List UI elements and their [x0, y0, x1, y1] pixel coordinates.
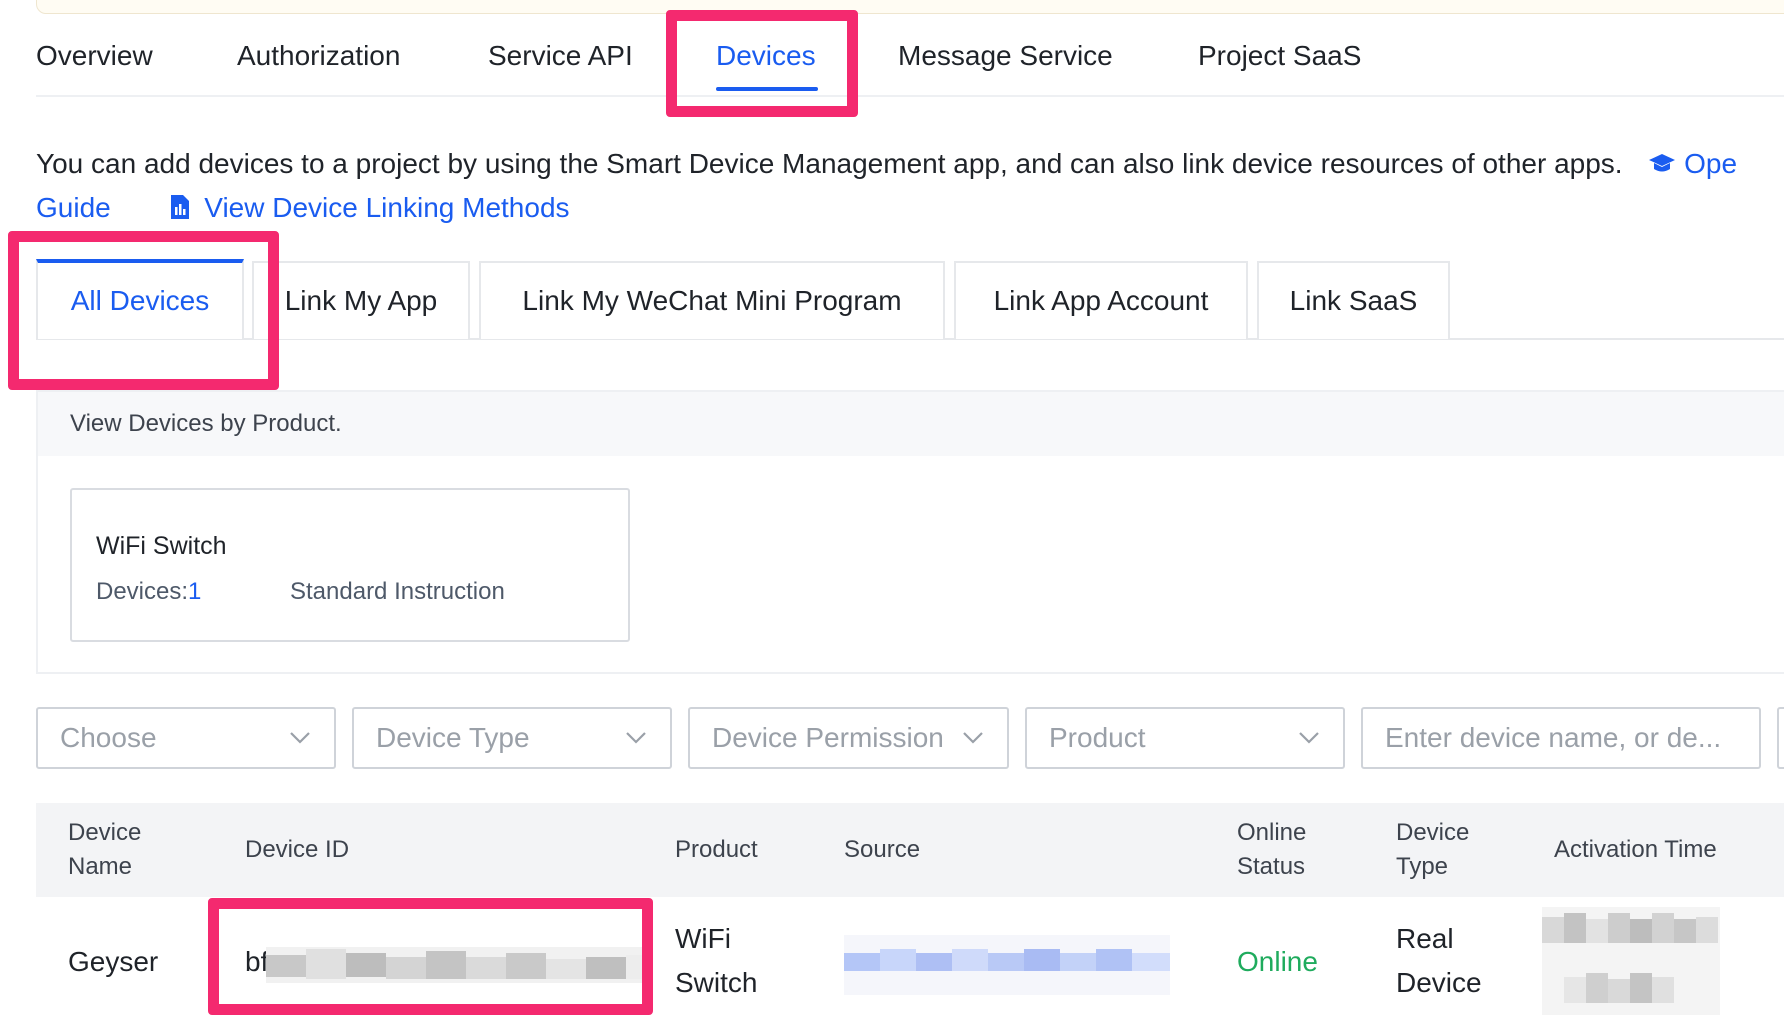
chevron-down-icon [290, 732, 310, 744]
guide-line: Guide View Device Linking Methods [36, 192, 570, 224]
cell-product-line2: Switch [675, 967, 758, 998]
tab-devices[interactable]: Devices [716, 40, 816, 72]
tab-authorization[interactable]: Authorization [237, 40, 400, 72]
redacted-activation-time [1542, 907, 1720, 1015]
th-device-type: Device Type [1396, 816, 1469, 884]
choose-select[interactable]: Choose [36, 707, 336, 769]
th-device-name: Device Name [68, 816, 141, 884]
th-activation-time: Activation Time [1554, 836, 1717, 863]
product-panel-header: View Devices by Product. [38, 392, 1784, 456]
devices-label: Devices: [96, 578, 189, 605]
cell-device-type-line2: Device [1396, 967, 1482, 998]
tab-message-service[interactable]: Message Service [898, 40, 1113, 72]
table-row[interactable]: Geyser bf WiFi Switch Online Real Device [36, 897, 1784, 1028]
product-select-value: Product [1049, 722, 1146, 753]
tab-overview[interactable]: Overview [36, 40, 153, 72]
active-tab-indicator [716, 87, 818, 91]
guide-link[interactable]: Guide [36, 192, 111, 223]
redacted-device-id [266, 947, 646, 983]
view-linking-methods-text: View Device Linking Methods [204, 192, 570, 223]
th-device-type-line1: Device [1396, 819, 1470, 846]
device-type-select[interactable]: Device Type [352, 707, 672, 769]
th-product: Product [675, 836, 758, 863]
op-link-text: Ope [1684, 148, 1738, 179]
subtab-link-app-account[interactable]: Link App Account [954, 261, 1248, 339]
info-text: You can add devices to a project by usin… [36, 148, 1737, 180]
device-type-select-value: Device Type [376, 722, 530, 753]
cell-product: WiFi Switch [675, 917, 757, 1005]
cell-product-line1: WiFi [675, 923, 731, 954]
product-panel: View Devices by Product. WiFi Switch Dev… [36, 390, 1784, 674]
th-device-id: Device ID [245, 836, 350, 863]
cell-online-status: Online [1237, 946, 1318, 977]
table-header: Device Name Device ID Product Source Onl… [36, 803, 1784, 897]
device-id-prefix: bf [245, 946, 269, 977]
device-permission-select[interactable]: Device Permission [688, 707, 1009, 769]
view-linking-methods-link[interactable]: View Device Linking Methods [169, 192, 570, 223]
product-card-instruction: Standard Instruction [290, 578, 505, 605]
cell-device-name: Geyser [68, 946, 159, 977]
tab-service-api[interactable]: Service API [488, 40, 633, 72]
th-device-name-line2: Name [68, 853, 133, 880]
chevron-down-icon [1299, 732, 1319, 744]
cell-device-id: bf [245, 940, 268, 984]
cell-device-type-line1: Real [1396, 923, 1454, 954]
subtab-link-saas[interactable]: Link SaaS [1257, 261, 1450, 339]
subtab-all-devices[interactable]: All Devices [36, 259, 244, 339]
tab-project-saas[interactable]: Project SaaS [1198, 40, 1361, 72]
main-tabs: Overview Authorization Service API Devic… [36, 0, 1784, 97]
product-card-wifi-switch[interactable]: WiFi Switch Devices:1 Standard Instructi… [70, 488, 630, 642]
product-card-title: WiFi Switch [96, 532, 227, 560]
product-select[interactable]: Product [1025, 707, 1345, 769]
device-permission-select-value: Device Permission [712, 722, 944, 753]
document-icon [170, 195, 189, 219]
graduation-cap-icon [1649, 154, 1676, 172]
redacted-source [844, 935, 1170, 995]
info-description: You can add devices to a project by usin… [36, 148, 1623, 179]
chevron-down-icon [626, 732, 646, 744]
th-source: Source [844, 836, 921, 863]
operation-guide-link[interactable]: Ope [1648, 148, 1737, 179]
subtab-link-my-app[interactable]: Link My App [252, 261, 470, 339]
th-device-name-line1: Device [68, 819, 142, 846]
th-online-status-line2: Status [1237, 853, 1306, 880]
subtab-link-wechat-mini-program[interactable]: Link My WeChat Mini Program [479, 261, 945, 339]
filter-overflow-field[interactable] [1777, 707, 1784, 769]
th-online-status-line1: Online [1237, 819, 1307, 846]
device-search-input[interactable]: Enter device name, or de... [1361, 707, 1761, 769]
choose-select-value: Choose [60, 722, 157, 753]
search-placeholder: Enter device name, or de... [1385, 722, 1722, 753]
product-card-devices: Devices:1 [96, 578, 201, 606]
devices-count[interactable]: 1 [188, 578, 201, 605]
th-device-type-line2: Type [1396, 853, 1449, 880]
th-online-status: Online Status [1237, 816, 1306, 884]
cell-device-type: Real Device [1396, 917, 1482, 1005]
chevron-down-icon [963, 732, 983, 744]
